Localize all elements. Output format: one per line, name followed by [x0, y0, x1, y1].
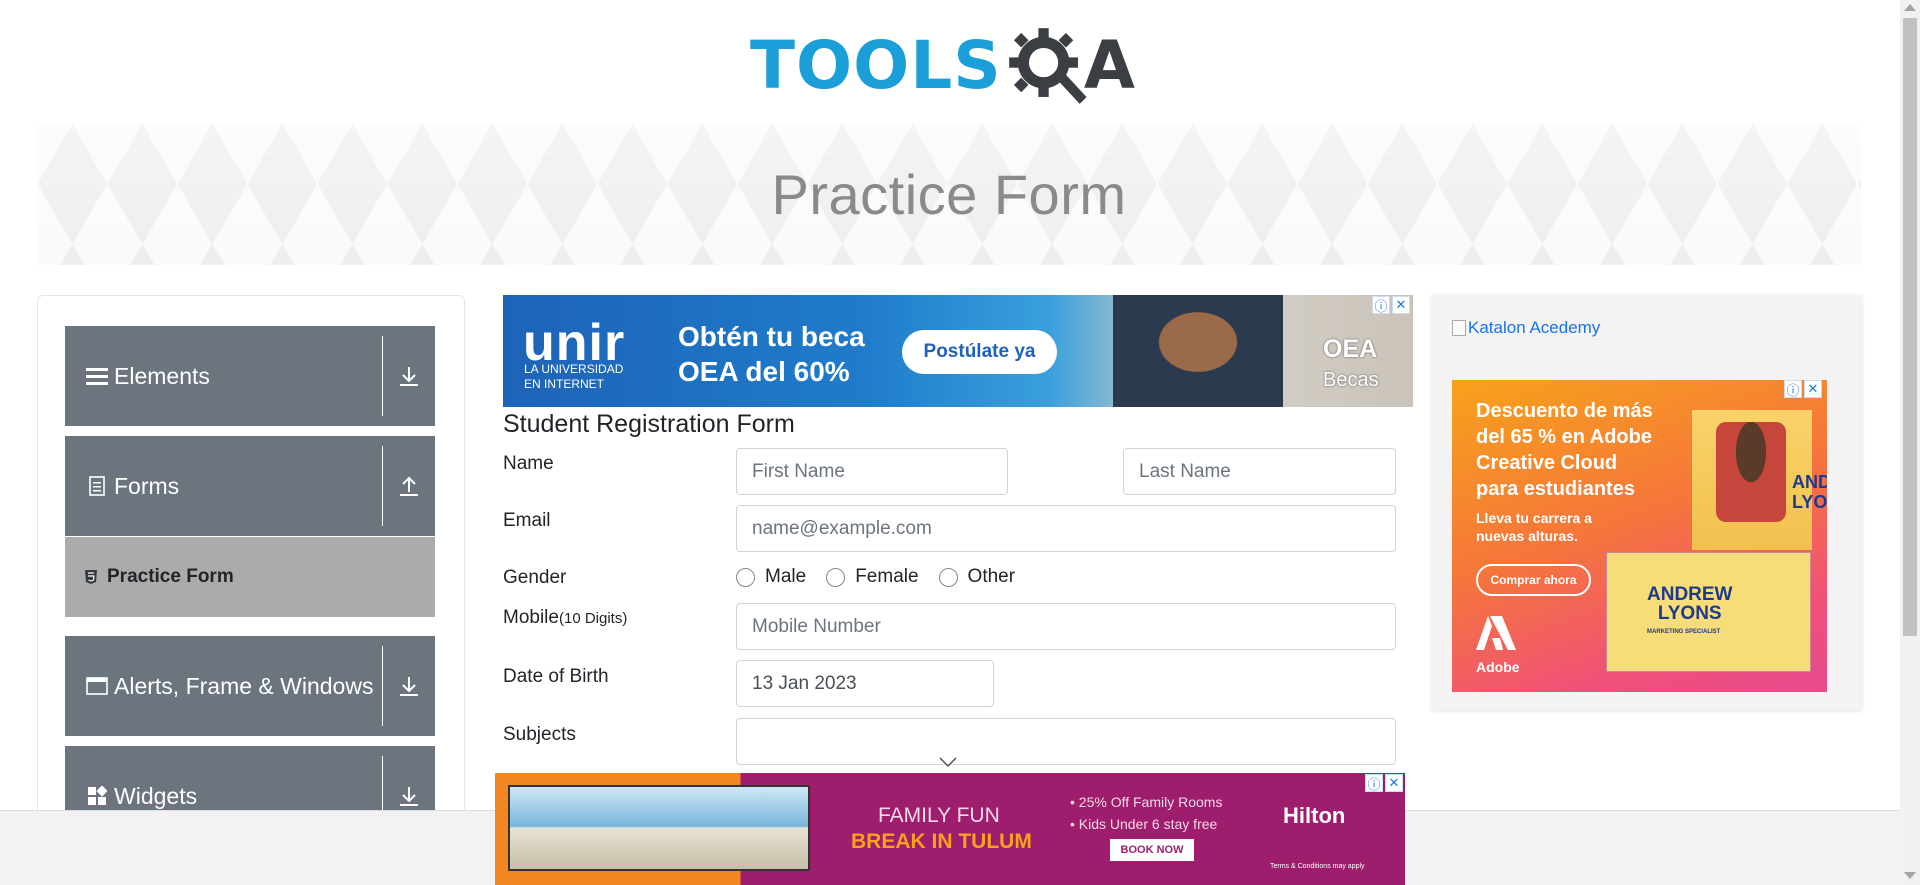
name-label: Name: [503, 453, 554, 474]
hilton-logo: Hilton: [1283, 803, 1346, 828]
broken-image-icon: [1452, 320, 1466, 336]
ad-controls: ⓘ ✕: [1372, 296, 1410, 314]
download-icon[interactable]: [383, 675, 435, 697]
radio-circle[interactable]: [938, 567, 958, 587]
hilton-ad-book-button[interactable]: BOOK NOW: [1110, 839, 1194, 861]
katalon-ad-link[interactable]: Katalon Acedemy: [1452, 318, 1600, 338]
adobe-ad-person: [1716, 422, 1786, 522]
adobe-ad[interactable]: Descuento de más del 65 % en Adobe Creat…: [1452, 380, 1827, 692]
ad-headline: Obtén tu beca OEA del 60%: [678, 321, 865, 387]
hilton-ad-headline-1: FAMILY FUN: [878, 804, 1000, 827]
date-of-birth-input[interactable]: 13 Jan 2023: [736, 660, 994, 707]
page-banner: Practice Form: [37, 124, 1861, 265]
scroll-down-arrow-icon[interactable]: [1904, 872, 1916, 879]
sidebar-group-label: Widgets: [114, 782, 198, 809]
hilton-ad-headline-2: BREAK IN TULUM: [851, 830, 1032, 853]
ad-close-icon[interactable]: ✕: [1804, 380, 1822, 398]
ad-info-icon[interactable]: ⓘ: [1372, 296, 1390, 314]
hilton-ad-controls: ⓘ ✕: [1365, 774, 1403, 792]
radio-circle[interactable]: [736, 567, 755, 587]
gender-label: Gender: [503, 567, 567, 588]
scrollbar-thumb[interactable]: [1903, 18, 1917, 636]
download-icon[interactable]: [383, 785, 435, 807]
gender-female-radio[interactable]: Female: [826, 566, 919, 588]
chevron-down-icon: [939, 757, 957, 768]
upload-icon[interactable]: [383, 475, 435, 497]
sidebar-group-label: Forms: [114, 472, 180, 499]
sidebar-group-elements[interactable]: Elements: [65, 326, 435, 426]
mobile-input[interactable]: Mobile Number: [736, 603, 1396, 650]
html5-icon: [85, 570, 97, 584]
ad-brand-sub: LA UNIVERSIDAD EN INTERNET: [524, 362, 624, 391]
radio-circle[interactable]: [826, 567, 846, 587]
card-role: MARKETING SPECIALIST: [1647, 629, 1721, 635]
hilton-ad[interactable]: FAMILY FUN BREAK IN TULUM • 25% Off Fami…: [495, 773, 1405, 885]
sidebar-item-practice-form[interactable]: Practice Form: [65, 537, 435, 617]
hamburger-icon: [86, 365, 108, 387]
mobile-label: Mobile(10 Digits): [503, 607, 628, 628]
hilton-ad-terms: Terms & Conditions may apply: [1270, 863, 1365, 870]
sidebar-group-alerts[interactable]: Alerts, Frame & Windows: [65, 636, 435, 736]
last-name-input[interactable]: Last Name: [1123, 448, 1396, 495]
adobe-ad-card: ANDREW LYONS MARKETING SPECIALIST: [1606, 552, 1811, 672]
gear-magnifier-icon: [1008, 28, 1087, 104]
sidebar-group-forms[interactable]: Forms: [65, 436, 435, 536]
page: TOOLS A Practice Form Elements Forms Pra…: [0, 0, 1920, 885]
hilton-ad-photo: [508, 785, 810, 871]
adobe-logo: Adobe: [1476, 616, 1520, 676]
page-title: Practice Form: [771, 163, 1127, 226]
widgets-icon: [86, 785, 108, 807]
subjects-input[interactable]: [736, 718, 1396, 765]
gender-radio-group: Male Female Other: [736, 566, 1035, 588]
adobe-ad-subtext: Lleva tu carrera a nuevas alturas.: [1476, 510, 1592, 544]
ad-close-icon[interactable]: ✕: [1392, 296, 1410, 314]
sidebar-item-label: Practice Form: [107, 566, 234, 587]
katalon-link-text[interactable]: Katalon Acedemy: [1468, 318, 1600, 338]
unir-ad-banner[interactable]: unir LA UNIVERSIDAD EN INTERNET Obtén tu…: [503, 295, 1413, 407]
ad-cta-button[interactable]: Postúlate ya: [902, 330, 1057, 374]
sidebar-group-label: Alerts, Frame & Windows: [114, 672, 374, 699]
dob-label: Date of Birth: [503, 666, 609, 687]
logo-tools-text: TOOLS: [750, 27, 1002, 104]
hilton-ad-bullets: • 25% Off Family Rooms • Kids Under 6 st…: [1070, 794, 1223, 832]
logo-a-text: A: [1083, 27, 1135, 104]
gender-male-radio[interactable]: Male: [736, 566, 806, 588]
toolsqa-logo[interactable]: TOOLS A: [750, 18, 1150, 114]
left-sidebar: Elements Forms Practice Form Alerts, Fra…: [37, 295, 465, 885]
document-icon: [86, 475, 108, 497]
adobe-ad-headline: Descuento de más del 65 % en Adobe Creat…: [1476, 400, 1653, 500]
download-icon[interactable]: [383, 365, 435, 387]
scroll-up-arrow-icon[interactable]: [1904, 4, 1916, 11]
ad-photo: [1113, 295, 1283, 407]
ad-info-icon[interactable]: ⓘ: [1365, 774, 1383, 792]
mobile-hint: (10 Digits): [558, 610, 628, 627]
ad-info-icon[interactable]: ⓘ: [1784, 380, 1802, 398]
subjects-label: Subjects: [503, 724, 576, 745]
gender-other-radio[interactable]: Other: [938, 566, 1015, 588]
card-name: ANDREW LYONS: [1647, 584, 1733, 624]
ad-close-icon[interactable]: ✕: [1385, 774, 1403, 792]
form-title: Student Registration Form: [503, 410, 795, 438]
email-input[interactable]: name@example.com: [736, 505, 1396, 552]
first-name-input[interactable]: First Name: [736, 448, 1008, 495]
window-icon: [86, 675, 108, 697]
adobe-ad-cta-button[interactable]: Comprar ahora: [1476, 564, 1591, 596]
adobe-ad-side-name: AND LYO: [1792, 472, 1827, 512]
ad-partner: OEA Becas: [1323, 335, 1379, 391]
adobe-ad-controls: ⓘ ✕: [1784, 380, 1822, 398]
email-label: Email: [503, 510, 551, 531]
sidebar-group-label: Elements: [114, 362, 210, 389]
